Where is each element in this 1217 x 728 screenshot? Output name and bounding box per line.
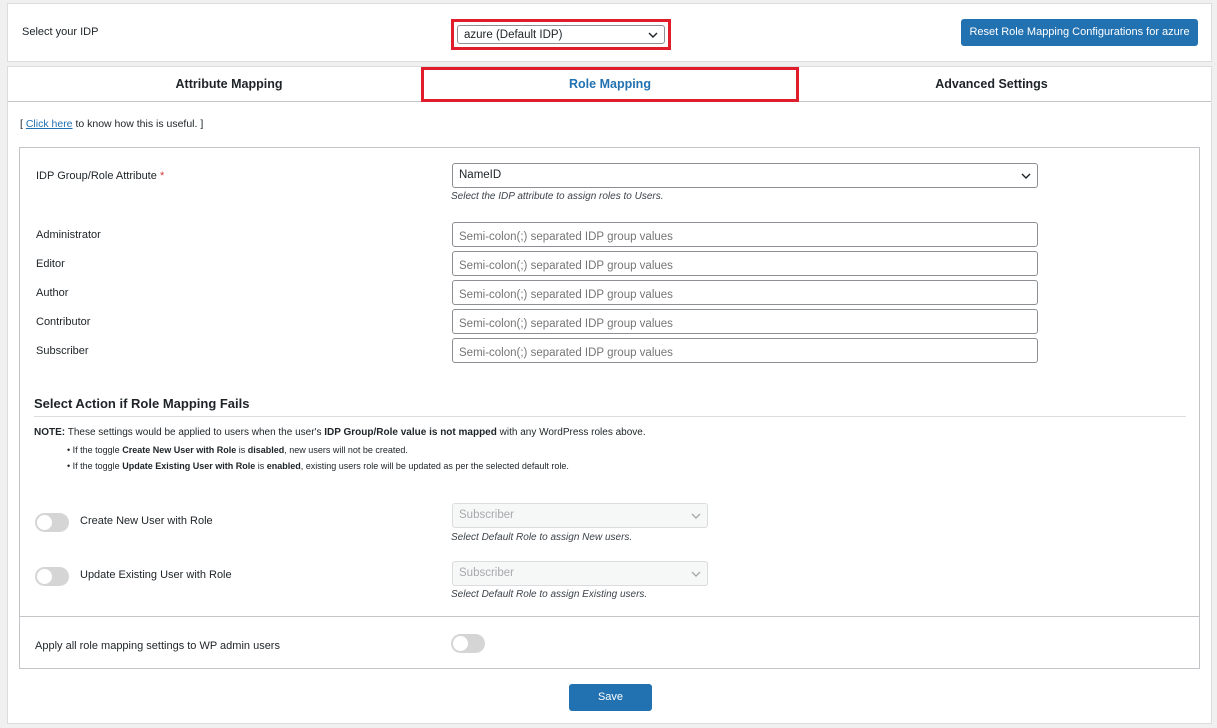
note-c: with any WordPress roles above. [499, 427, 646, 438]
section-divider [34, 416, 1186, 417]
group-attr-value: NameID [459, 169, 502, 181]
create-user-hint: Select Default Role to assign New users. [451, 532, 633, 543]
admin-toggle[interactable] [451, 634, 485, 653]
note-text: NOTE: These settings would be applied to… [34, 427, 646, 438]
chevron-down-icon [691, 513, 701, 519]
help-rest: to know how this is useful. ] [75, 118, 204, 130]
role-input-contributor[interactable] [452, 309, 1038, 334]
required-mark: * [159, 170, 165, 182]
role-input-administrator[interactable] [452, 222, 1038, 247]
role-label-editor: Editor [36, 258, 65, 270]
tab-advanced-settings[interactable]: Advanced Settings [799, 67, 1184, 102]
bullet1-c: is [238, 445, 246, 455]
tab-bar: Attribute Mapping Advanced Settings Role… [8, 67, 1211, 102]
bullet2-d: enabled [266, 461, 301, 471]
role-input-subscriber[interactable] [452, 338, 1038, 363]
idp-select-value: azure (Default IDP) [464, 29, 563, 41]
help-open-bracket: [ [20, 118, 23, 130]
update-user-hint: Select Default Role to assign Existing u… [451, 589, 648, 600]
bullet2-c: is [257, 461, 265, 471]
idp-label: Select your IDP [22, 26, 99, 38]
idp-bar: Select your IDP azure (Default IDP) Rese… [7, 3, 1212, 62]
save-button[interactable]: Save [569, 684, 652, 711]
bullet2-b: Update Existing User with Role [122, 461, 256, 471]
update-user-label: Update Existing User with Role [80, 569, 232, 581]
admin-toggle-label: Apply all role mapping settings to WP ad… [35, 640, 280, 652]
role-mapping-form: IDP Group/Role Attribute * NameID Select… [19, 147, 1200, 669]
update-user-toggle[interactable] [35, 567, 69, 586]
role-label-subscriber: Subscriber [36, 345, 89, 357]
bullet2-e: , existing users role will be updated as… [300, 461, 569, 471]
role-mapping-panel: Attribute Mapping Advanced Settings Role… [7, 66, 1212, 724]
help-link[interactable]: Click here [26, 118, 73, 130]
help-text: [ Click here to know how this is useful.… [20, 118, 203, 130]
note-bullet-1: • If the toggle Create New User with Rol… [67, 445, 408, 455]
note-bullet-2: • If the toggle Update Existing User wit… [67, 461, 569, 471]
note-b: IDP Group/Role value is not mapped [324, 427, 497, 438]
chevron-down-icon [648, 32, 658, 38]
chevron-down-icon [691, 571, 701, 577]
tab-role-mapping[interactable]: Role Mapping [421, 67, 799, 102]
group-attr-label: IDP Group/Role Attribute * [36, 170, 164, 182]
role-label-administrator: Administrator [36, 229, 101, 241]
idp-select[interactable]: azure (Default IDP) [457, 25, 665, 44]
role-label-author: Author [36, 287, 69, 299]
tab-attribute-mapping[interactable]: Attribute Mapping [8, 67, 450, 102]
update-user-role-value: Subscriber [459, 567, 514, 579]
idp-select-highlight: azure (Default IDP) [451, 19, 671, 50]
group-attr-hint: Select the IDP attribute to assign roles… [451, 191, 664, 202]
role-input-author[interactable] [452, 280, 1038, 305]
update-user-role-select[interactable]: Subscriber [452, 561, 708, 586]
bullet1-d: disabled [247, 445, 285, 455]
create-user-role-select[interactable]: Subscriber [452, 503, 708, 528]
bullet1-e: , new users will not be created. [284, 445, 408, 455]
group-attr-select[interactable]: NameID [452, 163, 1038, 188]
fail-section-title: Select Action if Role Mapping Fails [34, 396, 250, 411]
create-user-label: Create New User with Role [80, 515, 213, 527]
create-user-toggle[interactable] [35, 513, 69, 532]
bullet1-b: Create New User with Role [122, 445, 237, 455]
role-input-editor[interactable] [452, 251, 1038, 276]
bullet1-a: • If the toggle [67, 445, 120, 455]
form-divider [20, 616, 1199, 617]
chevron-down-icon [1021, 173, 1031, 179]
note-a: These settings would be applied to users… [67, 427, 322, 438]
bullet2-a: • If the toggle [67, 461, 120, 471]
create-user-role-value: Subscriber [459, 509, 514, 521]
group-attr-label-text: IDP Group/Role Attribute [36, 170, 157, 182]
role-label-contributor: Contributor [36, 316, 91, 328]
reset-role-mapping-button[interactable]: Reset Role Mapping Configurations for az… [961, 19, 1198, 46]
note-label: NOTE: [34, 427, 66, 438]
